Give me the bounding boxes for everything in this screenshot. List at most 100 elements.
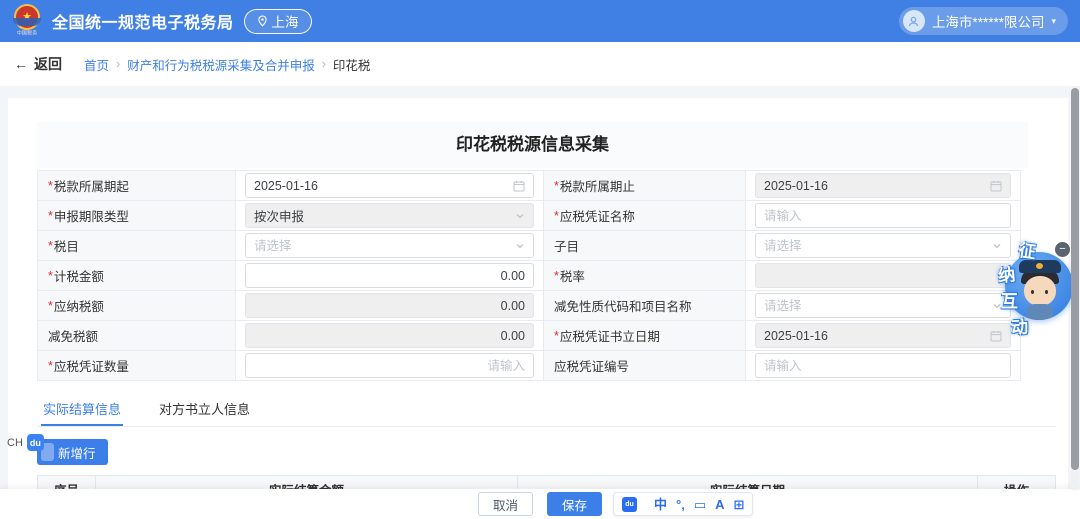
breadcrumb: 首页›财产和行为税税源采集及合并申报›印花税: [84, 55, 370, 74]
location-pin-icon: [257, 15, 268, 27]
ime-lang-label: CH: [7, 437, 23, 449]
required-asterisk: *: [48, 269, 53, 283]
field-sub-item-input[interactable]: [764, 239, 987, 253]
tax-bureau-emblem-icon: ★ 中国税务: [12, 2, 42, 40]
footer-action-bar: 取消 保存 du 中 °‚ ▭ A ⊞: [0, 489, 1080, 519]
cell-voucher-number: [746, 351, 1021, 381]
app-header: ★ 中国税务 全国统一规范电子税务局 上海 上海市******限公司 ▾: [0, 0, 1080, 42]
cancel-button[interactable]: 取消: [478, 492, 533, 516]
cell-taxable-voucher-name: [746, 201, 1021, 231]
field-tax-period-start[interactable]: [245, 173, 534, 198]
breadcrumb-item-1[interactable]: 财产和行为税税源采集及合并申报: [127, 55, 315, 74]
cell-tax-period-end: [746, 171, 1021, 201]
back-button[interactable]: ← 返回: [14, 54, 62, 74]
form-grid: *税款所属期起*税款所属期止*申报期限类型*应税凭证名称*税目子目*计税金额*税…: [37, 170, 1021, 381]
required-asterisk: *: [48, 179, 53, 193]
required-asterisk: *: [48, 209, 53, 223]
required-asterisk: *: [554, 329, 559, 343]
label-tax-payable: *应纳税额: [38, 291, 236, 321]
field-voucher-quantity[interactable]: [245, 353, 534, 378]
save-button[interactable]: 保存: [547, 492, 602, 516]
label-tax-period-end: *税款所属期止: [544, 171, 746, 201]
label-voucher-issue-date: *应税凭证书立日期: [544, 321, 746, 351]
chinese-mode-icon[interactable]: 中: [654, 498, 667, 511]
cell-tax-rate: [746, 261, 1021, 291]
font-style-icon[interactable]: A: [715, 498, 724, 511]
location-selector[interactable]: 上海: [244, 9, 312, 34]
back-arrow-icon: ←: [14, 56, 28, 72]
add-row-button[interactable]: 新增行: [37, 439, 108, 465]
field-tax-period-start-input[interactable]: [254, 179, 508, 193]
field-tax-payable-input: [254, 299, 525, 313]
cell-voucher-quantity: [236, 351, 544, 381]
field-voucher-number[interactable]: [755, 353, 1011, 378]
field-voucher-quantity-input[interactable]: [254, 359, 525, 373]
field-tax-rate-input: [764, 269, 1002, 283]
app-title: 全国统一规范电子税务局: [52, 9, 234, 33]
user-account-menu[interactable]: 上海市******限公司 ▾: [899, 7, 1068, 35]
keyboard-icon[interactable]: ▭: [694, 498, 706, 511]
cell-sub-item: [746, 231, 1021, 261]
field-voucher-issue-date-input: [764, 329, 985, 343]
label-tax-basis-amount: *计税金额: [38, 261, 236, 291]
tax-assistant-widget[interactable]: 征纳互动 −: [995, 236, 1075, 338]
field-taxable-voucher-name-input[interactable]: [764, 209, 1002, 223]
label-sub-item: 子目: [544, 231, 746, 261]
breadcrumb-separator: ›: [116, 57, 120, 71]
label-taxable-voucher-name: *应税凭证名称: [544, 201, 746, 231]
stamp-duty-form-card: 印花税税源信息采集 *税款所属期起*税款所属期止*申报期限类型*应税凭证名称*税…: [8, 98, 1068, 519]
assistant-char-3: 动: [1010, 312, 1029, 338]
field-reduction-amount-input: [254, 329, 525, 343]
page-scrollbar[interactable]: [1071, 86, 1079, 490]
breadcrumb-item-0[interactable]: 首页: [84, 55, 109, 74]
cell-tax-period-start: [236, 171, 544, 201]
chevron-down-icon: ▾: [1051, 16, 1056, 27]
required-asterisk: *: [554, 209, 559, 223]
label-filing-term-type: *申报期限类型: [38, 201, 236, 231]
field-tax-basis-amount-input[interactable]: [254, 269, 525, 283]
grid-menu-icon[interactable]: ⊞: [734, 498, 745, 511]
required-asterisk: *: [554, 179, 559, 193]
calendar-icon: [990, 180, 1002, 192]
cell-tax-item: [236, 231, 544, 261]
sub-navigation: ← 返回 首页›财产和行为税税源采集及合并申报›印花税: [0, 42, 1080, 86]
field-reduction-code-and-project[interactable]: [755, 293, 1011, 318]
add-row-label: 新增行: [58, 443, 96, 462]
field-tax-item-input[interactable]: [254, 239, 510, 253]
cell-tax-basis-amount: [236, 261, 544, 291]
field-taxable-voucher-name[interactable]: [755, 203, 1011, 228]
required-asterisk: *: [48, 299, 53, 313]
tab-0[interactable]: 实际结算信息: [41, 397, 123, 426]
label-reduction-amount: 减免税额: [38, 321, 236, 351]
baidu-ime-badge-icon: du: [27, 434, 44, 451]
cell-tax-payable: [236, 291, 544, 321]
field-tax-period-end-input: [764, 179, 985, 193]
label-tax-rate: *税率: [544, 261, 746, 291]
cell-filing-term-type: [236, 201, 544, 231]
scrollbar-thumb[interactable]: [1071, 88, 1079, 470]
field-voucher-number-input[interactable]: [764, 359, 1002, 373]
field-reduction-code-and-project-input[interactable]: [764, 299, 987, 313]
field-tax-basis-amount[interactable]: [245, 263, 534, 288]
required-asterisk: *: [48, 239, 53, 253]
assistant-char-2: 互: [1001, 287, 1018, 312]
label-tax-period-start: *税款所属期起: [38, 171, 236, 201]
breadcrumb-separator: ›: [322, 57, 326, 71]
tab-1[interactable]: 对方书立人信息: [157, 397, 252, 426]
chevron-down-icon: [515, 211, 525, 221]
field-tax-item[interactable]: [245, 233, 534, 258]
collapse-assistant-button[interactable]: −: [1055, 242, 1070, 257]
ime-language-indicator[interactable]: CH du: [7, 434, 44, 451]
field-voucher-issue-date: [755, 323, 1011, 348]
assistant-char-0: 征: [1017, 236, 1037, 263]
ime-toolbar[interactable]: du 中 °‚ ▭ A ⊞: [613, 492, 753, 516]
cell-reduction-amount: [236, 321, 544, 351]
field-filing-term-type: [245, 203, 534, 228]
baidu-ime-logo-icon[interactable]: du: [622, 497, 637, 512]
cell-voucher-issue-date: [746, 321, 1021, 351]
back-label: 返回: [34, 54, 62, 74]
user-avatar-icon: [903, 10, 925, 32]
field-sub-item[interactable]: [755, 233, 1011, 258]
field-reduction-amount: [245, 323, 534, 348]
punctuation-icon[interactable]: °‚: [676, 498, 685, 511]
